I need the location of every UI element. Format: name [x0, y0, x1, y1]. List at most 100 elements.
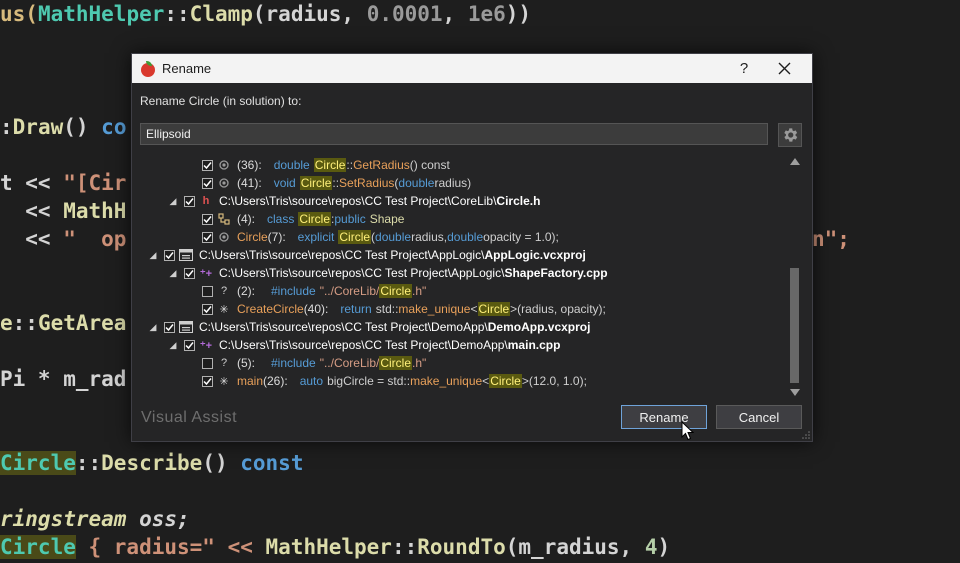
method-icon — [217, 176, 231, 190]
scroll-up-arrow-icon[interactable] — [790, 158, 800, 165]
code-token: () — [202, 451, 241, 475]
reference-row[interactable]: ✳ CreateCircle (40): return std:: make_uni… — [202, 300, 606, 318]
code-line: t << "[Cir — [0, 171, 126, 195]
collapse-arrow-icon[interactable]: ◢ — [168, 196, 178, 207]
settings-button[interactable] — [778, 123, 802, 147]
method-icon — [217, 230, 231, 244]
help-button[interactable]: ? — [724, 54, 764, 83]
code-token: 4 — [644, 535, 658, 559]
close-button[interactable] — [764, 54, 804, 83]
cancel-button[interactable]: Cancel — [716, 405, 802, 429]
project-checkbox[interactable] — [164, 249, 175, 261]
reference-row[interactable]: (41): void Circle:: SetRadius(double radiu… — [202, 174, 471, 192]
reference-row[interactable]: ? (2): #include "../CoreLib/Circle .h" — [202, 282, 426, 300]
code-line: e::GetArea — [0, 311, 126, 335]
reference-checkbox[interactable] — [202, 375, 213, 387]
context-name: main — [237, 374, 264, 388]
reference-checkbox[interactable] — [202, 231, 213, 243]
file-node[interactable]: ◢ ⁺+ C:\Users\Tris\source\repos\CC Test … — [168, 264, 608, 282]
file-node[interactable]: ◢ h C:\Users\Tris\source\repos\CC Test P… — [168, 192, 541, 210]
code-line: << MathH — [0, 199, 126, 223]
line-number: (26): — [263, 374, 288, 388]
asterisk-icon: ✳ — [219, 303, 229, 316]
match-highlight: Circle — [477, 302, 511, 316]
code-token: "../CoreLib/ — [319, 284, 380, 298]
rename-dialog: Rename ? Rename Circle (in solution) to:… — [131, 53, 813, 442]
code-token: :: — [75, 451, 102, 475]
reference-checkbox[interactable] — [202, 213, 213, 225]
code-token: () — [63, 115, 102, 139]
project-node[interactable]: ◢ C:\Users\Tris\source\repos\CC Test Pro… — [148, 318, 591, 336]
code-token: GetRadius — [353, 158, 410, 172]
file-name: main.cpp — [507, 338, 561, 352]
code-token: MathH — [63, 199, 127, 223]
code-token: Shape — [369, 212, 405, 226]
collapse-arrow-icon[interactable]: ◢ — [168, 268, 178, 279]
reference-checkbox[interactable] — [202, 177, 213, 189]
project-node[interactable]: ◢ C:\Users\Tris\source\repos\CC Test Pro… — [148, 246, 586, 264]
code-token: Draw — [12, 115, 64, 139]
reference-row[interactable]: Circle (7): explicit Circle(double radius… — [202, 228, 559, 246]
class-icon — [217, 212, 231, 226]
collapse-arrow-icon[interactable]: ◢ — [148, 250, 158, 261]
tree-scrollbar[interactable] — [788, 158, 802, 398]
code-token: MathHelper — [37, 2, 165, 26]
resize-grip-icon[interactable] — [802, 431, 810, 439]
reference-row[interactable]: (36): double Circle:: GetRadius() const — [202, 156, 450, 174]
code-line: Circle { radius=" << MathHelper::RoundTo… — [0, 535, 670, 559]
reference-checkbox[interactable] — [202, 285, 213, 297]
scroll-thumb[interactable] — [790, 268, 799, 383]
code-token: ringstream — [0, 507, 127, 531]
reference-row[interactable]: ? (5): #include "../CoreLib/Circle .h" — [202, 354, 426, 372]
collapse-arrow-icon[interactable]: ◢ — [148, 322, 158, 333]
file-name: ShapeFactory.cpp — [504, 266, 608, 280]
line-number: (40): — [303, 302, 329, 316]
new-name-input[interactable] — [140, 123, 768, 145]
reference-checkbox[interactable] — [202, 159, 213, 171]
file-checkbox[interactable] — [184, 339, 195, 351]
code-line: ringstream oss; — [0, 507, 190, 531]
reference-checkbox[interactable] — [202, 357, 213, 369]
code-token: Circle — [0, 535, 76, 559]
code-token: :: — [12, 311, 38, 335]
code-token: < — [470, 302, 478, 316]
code-token: m_rad — [63, 367, 127, 391]
file-checkbox[interactable] — [184, 195, 195, 207]
code-token: bigCircle = std:: — [327, 374, 411, 388]
code-token: class — [267, 212, 295, 226]
code-token: auto — [299, 374, 324, 388]
mouse-cursor-icon — [681, 421, 695, 441]
line-number: (4): — [237, 212, 255, 226]
code-token: () const — [409, 158, 450, 172]
code-token: co — [101, 115, 127, 139]
project-checkbox[interactable] — [164, 321, 175, 333]
code-token: explicit — [297, 230, 335, 244]
code-token: radius, — [411, 230, 448, 244]
file-checkbox[interactable] — [184, 267, 195, 279]
dialog-titlebar[interactable]: Rename ? — [132, 54, 812, 83]
cpp-file-icon: ⁺+ — [199, 267, 213, 280]
code-token: >(12.0, 1.0); — [521, 374, 587, 388]
visual-assist-tomato-icon — [140, 60, 156, 77]
code-line: n"; — [812, 227, 850, 251]
line-number: (2): — [237, 284, 255, 298]
code-token: t << — [0, 171, 64, 195]
file-path: C:\Users\Tris\source\repos\CC Test Proje… — [219, 194, 497, 208]
code-token: MathHelper — [265, 535, 392, 559]
code-line: Circle::Describe() const — [0, 451, 303, 475]
code-token: n"; — [812, 227, 850, 251]
visual-assist-brand: Visual Assist — [141, 409, 238, 426]
code-token: Clamp — [189, 2, 253, 26]
reference-row[interactable]: (4): class Circle : public Shape — [202, 210, 404, 228]
code-token: #include — [271, 284, 316, 298]
code-token: 1e6 — [467, 2, 506, 26]
collapse-arrow-icon[interactable]: ◢ — [168, 340, 178, 351]
code-token: make_unique — [398, 302, 471, 316]
scroll-down-arrow-icon[interactable] — [790, 389, 800, 396]
code-token: make_unique — [410, 374, 483, 388]
match-highlight: Circle — [338, 230, 372, 244]
reference-checkbox[interactable] — [202, 303, 213, 315]
code-token: .h" — [412, 356, 427, 370]
file-node[interactable]: ◢ ⁺+ C:\Users\Tris\source\repos\CC Test … — [168, 336, 561, 354]
reference-row[interactable]: ✳ main (26): auto bigCircle = std:: make_u… — [202, 372, 587, 390]
